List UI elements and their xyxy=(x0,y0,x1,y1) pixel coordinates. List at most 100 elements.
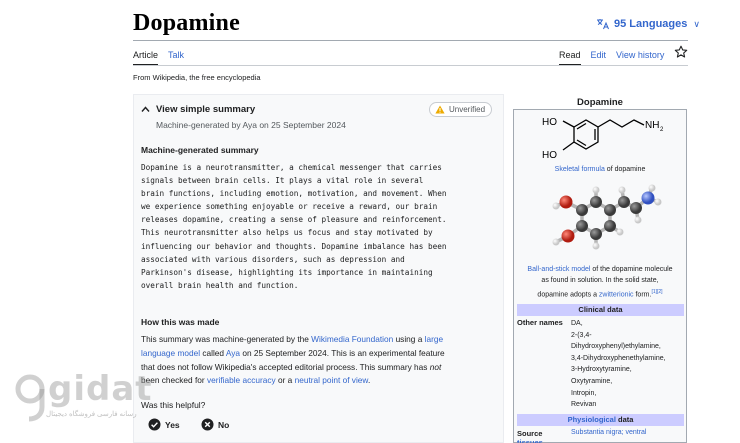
languages-button[interactable]: 95 Languages ∨ xyxy=(596,18,700,30)
ball-and-stick-caption: Ball-and-stick model of the dopamine mol… xyxy=(515,265,685,301)
other-name: 3,4-Dihydroxyphenethylamine, xyxy=(571,354,666,362)
warning-icon xyxy=(435,105,445,114)
chem-nh-label: NH xyxy=(645,120,659,131)
tab-edit[interactable]: Edit xyxy=(591,50,607,64)
how-text: This summary was machine-generated by th… xyxy=(141,334,312,344)
tab-article[interactable]: Article xyxy=(133,50,159,65)
wikipedia-article-page: Dopamine 95 Languages ∨ Article Talk Rea… xyxy=(0,0,740,443)
ball-and-stick-link[interactable]: Ball-and-stick model xyxy=(527,266,590,273)
reference-links[interactable]: [1][2] xyxy=(651,289,662,295)
other-name: Dihydroxyphenyl)ethylamine, xyxy=(571,343,661,351)
other-name: Intropin, xyxy=(571,389,597,397)
summary-line: Dopamine is a neurotransmitter, a chemic… xyxy=(141,163,442,172)
summary-line: This neurotransmitter also helps us focu… xyxy=(141,228,433,238)
other-names-list: DA, 2-(3,4- Dihydroxyphenyl)ethylamine, … xyxy=(571,318,666,411)
check-circle-icon xyxy=(148,418,161,431)
view-tabs: Read Edit View history xyxy=(559,50,664,65)
verifiable-accuracy-link[interactable]: verifiable accuracy xyxy=(207,375,276,385)
physiological-data-header: Physiological data xyxy=(517,414,684,426)
caption-text: of dopamine xyxy=(604,166,646,173)
wikimedia-foundation-link[interactable]: Wikimedia Foundation xyxy=(311,334,393,344)
chem-ho-label: HO xyxy=(542,150,557,161)
large-language-model-link[interactable]: large xyxy=(425,334,443,344)
watchlist-star-icon[interactable] xyxy=(674,45,688,59)
caption-text: of the dopamine molecule xyxy=(590,266,673,273)
tab-view-history[interactable]: View history xyxy=(616,50,664,64)
simple-summary-panel: View simple summary Machine-generated by… xyxy=(133,94,504,443)
summary-line: brain functions, including emotion, moti… xyxy=(141,189,447,199)
other-name: 3-Hydroxytyramine, xyxy=(571,366,632,374)
unverified-badge: Unverified xyxy=(429,102,493,117)
source-tissues-value[interactable]: Substantia nigra; ventral xyxy=(571,429,647,436)
skeletal-formula-link[interactable]: Skeletal formula xyxy=(555,166,605,173)
chem-subscript: 2 xyxy=(660,127,664,133)
caption-line: as found in solution. In the solid state… xyxy=(541,276,659,284)
how-text: called xyxy=(200,347,226,358)
summary-line: influencing our behavior and thoughts. D… xyxy=(141,241,447,251)
how-text: . xyxy=(367,375,371,386)
language-model-link[interactable]: language model xyxy=(141,348,200,358)
caption-text: form. xyxy=(633,290,652,298)
how-line-2: language model called Aya on 25 Septembe… xyxy=(141,347,503,361)
label-line: Source xyxy=(517,429,543,438)
other-names-label: Other names xyxy=(517,318,563,327)
ball-and-stick-image[interactable] xyxy=(540,180,665,262)
page-title: Dopamine xyxy=(133,10,240,36)
summary-line: Parkinson's disease, highlighting its im… xyxy=(141,267,433,277)
caption-line: Ball-and-stick model of the dopamine mol… xyxy=(515,265,685,276)
chem-ho-label: HO xyxy=(542,117,557,128)
other-name: DA, xyxy=(571,320,583,327)
label-line: tissues xyxy=(517,438,543,443)
source-tissues-label[interactable]: Source tissues xyxy=(517,429,543,443)
summary-line: signals between brain cells. It plays a … xyxy=(141,176,424,186)
how-text: that does not follow Wikipedia's accepte… xyxy=(141,361,430,372)
summary-heading: Machine-generated summary xyxy=(141,145,259,155)
tab-read[interactable]: Read xyxy=(559,50,581,65)
tab-talk[interactable]: Talk xyxy=(168,50,184,65)
how-made-text: This summary was machine-generated by th… xyxy=(141,333,503,388)
caption-line: dopamine adopts a zwitterionic form.[1][… xyxy=(515,287,685,301)
how-line-1: This summary was machine-generated by th… xyxy=(141,333,503,347)
summary-meta: Machine-generated by Aya on 25 September… xyxy=(156,120,346,130)
namespace-tabs: Article Talk xyxy=(133,50,184,65)
neutral-point-of-view-link[interactable]: neutral point of view xyxy=(295,375,368,385)
skeletal-formula-image[interactable]: HO HO NH 2 xyxy=(540,112,665,164)
summary-line: associated with various disorders, such … xyxy=(141,254,405,264)
caption-text: dopamine adopts a xyxy=(537,290,599,298)
summary-text: Dopamine is a neurotransmitter, a chemic… xyxy=(141,161,501,292)
how-line-3: that does not follow Wikipedia's accepte… xyxy=(141,361,503,375)
band-text: data xyxy=(615,415,634,424)
badge-label: Unverified xyxy=(449,105,486,114)
aya-link[interactable]: Aya xyxy=(226,348,240,358)
summary-toggle[interactable]: View simple summary xyxy=(141,104,255,115)
how-line-4: been checked for verifiable accuracy or … xyxy=(141,374,503,388)
how-text: on 25 September 2024. This is an experim… xyxy=(240,347,445,358)
chevron-down-icon: ∨ xyxy=(693,18,700,29)
summary-line: we experience something enjoyable or rec… xyxy=(141,202,438,212)
no-label: No xyxy=(218,419,230,430)
watermark-brand: gidat xyxy=(48,369,153,409)
physiological-link[interactable]: Physiological xyxy=(568,415,616,424)
clinical-data-header: Clinical data xyxy=(517,304,684,316)
languages-label: 95 Languages xyxy=(614,18,688,30)
no-button[interactable]: No xyxy=(201,418,229,431)
watermark-subtitle: رسانه فارسی فروشگاه دیجیتال xyxy=(46,411,137,418)
zwitterionic-link[interactable]: zwitterionic xyxy=(599,291,634,298)
summary-line: releases dopamine, creating a sense of p… xyxy=(141,215,447,225)
site-tagline: From Wikipedia, the free encyclopedia xyxy=(133,73,261,82)
how-text: or a xyxy=(275,375,295,386)
infobox-title: Dopamine xyxy=(577,97,623,108)
how-emphasis: not xyxy=(429,361,442,372)
yes-button[interactable]: Yes xyxy=(148,418,180,431)
translate-icon xyxy=(597,19,609,30)
skeletal-caption: Skeletal formula of dopamine xyxy=(514,166,686,173)
yes-label: Yes xyxy=(165,419,180,430)
how-made-heading: How this was made xyxy=(141,317,220,327)
how-text: using a xyxy=(393,334,425,344)
summary-line: overall brain health and function. xyxy=(141,280,299,290)
tabs-divider xyxy=(133,65,688,66)
summary-toggle-label: View simple summary xyxy=(156,104,256,115)
other-name: Oxytyramine, xyxy=(571,377,613,385)
title-divider xyxy=(133,40,688,41)
other-name: Revivan xyxy=(571,401,597,409)
